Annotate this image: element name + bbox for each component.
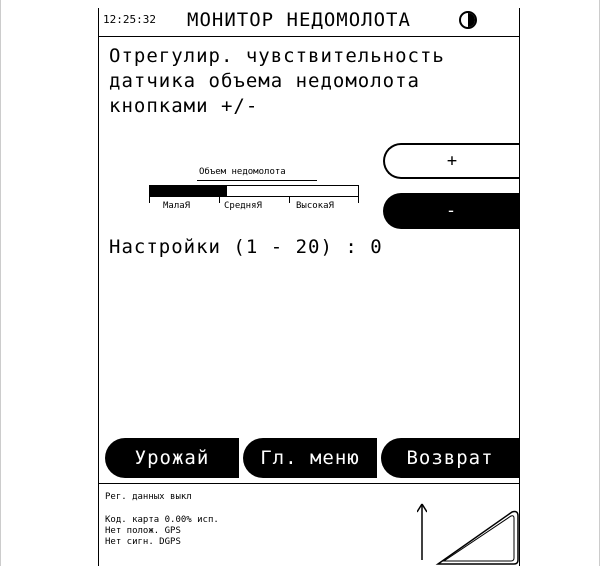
harvest-button[interactable]: Урожай [105, 438, 239, 478]
gauge-scale-mid: СредняЯ [224, 201, 262, 211]
status-area: Рег. данных выкл Код. карта 0.00% исп. Н… [105, 492, 219, 548]
monitor-panel: 12:25:32 МОНИТОР НЕДОМОЛОТА Отрегулир. ч… [99, 8, 519, 566]
sensitivity-gauge-fill [150, 186, 227, 196]
page-title: МОНИТОР НЕДОМОЛОТА [187, 9, 411, 31]
gauge-tick [149, 197, 150, 203]
gauge-scale-low: МалаЯ [163, 201, 191, 211]
back-button[interactable]: Возврат [381, 438, 519, 478]
contrast-icon[interactable] [459, 11, 477, 29]
gauge-tick [358, 197, 359, 203]
softkey-bar: Урожай Гл. меню Возврат [99, 438, 519, 480]
instruction-text: Отрегулир. чувствительность датчика объе… [109, 45, 445, 117]
logging-status: Рег. данных выкл [105, 492, 192, 502]
arrow-up-icon [417, 503, 427, 560]
increase-button[interactable]: + [383, 143, 519, 179]
header-divider [99, 36, 519, 37]
gauge-label-underline [197, 180, 317, 181]
gauge-tick [219, 197, 220, 203]
panel-border-right [519, 8, 520, 566]
field-wedge-icon [435, 510, 519, 565]
settings-value: Настройки (1 - 20) : 0 [109, 236, 383, 258]
gauge-scale-high: ВысокаЯ [296, 201, 334, 211]
card-status: Код. карта 0.00% исп. [105, 515, 219, 525]
gps-status: Нет полож. GPS [105, 526, 181, 536]
gauge-tick [289, 197, 290, 203]
status-divider [99, 483, 519, 484]
sensitivity-gauge [149, 185, 359, 197]
main-menu-button[interactable]: Гл. меню [243, 438, 377, 478]
header-bar: 12:25:32 МОНИТОР НЕДОМОЛОТА [99, 8, 519, 36]
clock: 12:25:32 [103, 13, 156, 26]
gauge-label: Объем недомолота [199, 167, 286, 177]
dgps-status: Нет сигн. DGPS [105, 537, 181, 547]
left-margin-line [0, 0, 1, 566]
decrease-button[interactable]: - [383, 193, 519, 229]
